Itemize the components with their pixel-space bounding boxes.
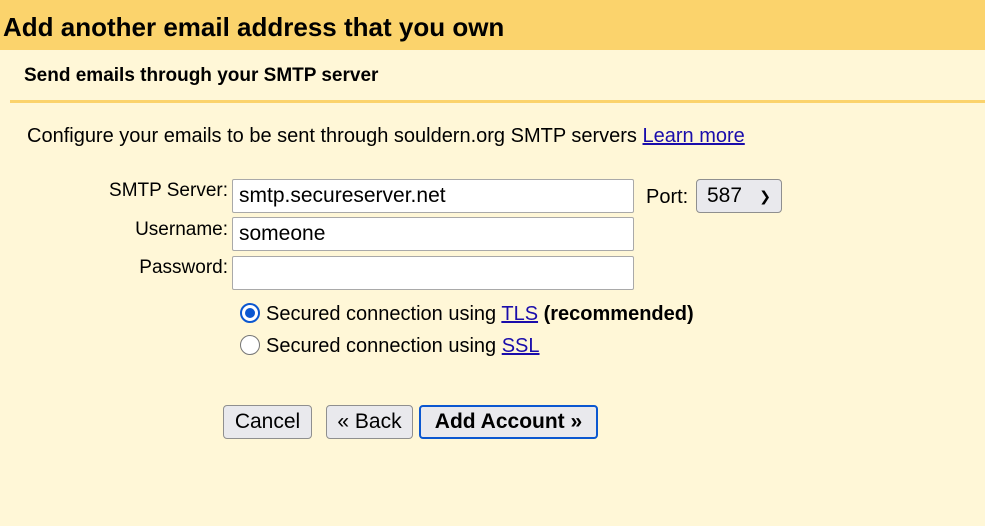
learn-more-link[interactable]: Learn more — [643, 125, 745, 147]
ssl-radio[interactable] — [240, 335, 260, 355]
ssl-link[interactable]: SSL — [502, 335, 540, 357]
username-label: Username: — [135, 219, 228, 240]
dialog-header: Add another email address that you own — [0, 0, 985, 50]
smtp-server-label: SMTP Server: — [109, 180, 228, 201]
intro-text-row: Configure your emails to be sent through… — [27, 123, 745, 149]
section-divider — [10, 100, 985, 103]
tls-radio[interactable] — [240, 303, 260, 323]
add-account-button[interactable]: Add Account » — [419, 405, 598, 439]
ssl-option-label: Secured connection using — [266, 335, 497, 357]
ssl-option[interactable]: Secured connection using SSL — [240, 334, 540, 358]
tls-option[interactable]: Secured connection using TLS (recommende… — [240, 302, 694, 326]
section-subtitle: Send emails through your SMTP server — [24, 65, 379, 86]
port-value: 587 — [707, 184, 743, 207]
port-select[interactable]: 587 ❯ — [696, 179, 782, 213]
password-input[interactable] — [232, 256, 634, 290]
smtp-server-input[interactable] — [232, 179, 634, 213]
tls-option-label: Secured connection using — [266, 303, 497, 325]
back-button[interactable]: « Back — [326, 405, 413, 439]
tls-recommended-note: (recommended) — [543, 303, 694, 325]
chevron-down-icon: ❯ — [759, 188, 771, 204]
dialog-title: Add another email address that you own — [3, 12, 505, 42]
intro-text: Configure your emails to be sent through… — [27, 125, 637, 147]
tls-link[interactable]: TLS — [501, 303, 538, 325]
port-label: Port: — [646, 186, 689, 208]
password-label: Password: — [139, 257, 228, 278]
cancel-button[interactable]: Cancel — [223, 405, 312, 439]
username-input[interactable] — [232, 217, 634, 251]
